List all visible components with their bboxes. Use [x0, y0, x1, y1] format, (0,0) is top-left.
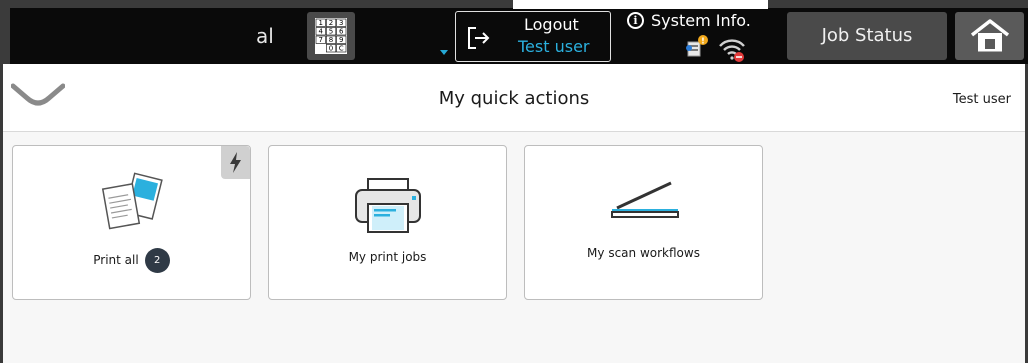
logout-button[interactable]: Logout Test user — [455, 11, 611, 62]
keypad-key: C — [339, 45, 344, 53]
tile-my-print-jobs[interactable]: My print jobs — [268, 145, 507, 300]
keypad-key: 7 — [319, 36, 323, 44]
keypad-key: 3 — [339, 19, 343, 27]
system-info-label: System Info. — [651, 11, 751, 30]
tile-my-scan-workflows[interactable]: My scan workflows — [524, 145, 763, 300]
quick-print-badge[interactable] — [221, 146, 250, 179]
quick-actions-panel: My quick actions Test user Print all 2 M… — [3, 64, 1025, 363]
keypad-key: 9 — [339, 36, 343, 44]
status-icons[interactable]: ! — [686, 34, 748, 66]
job-count-badge: 2 — [144, 248, 170, 273]
device-status-icons: ! — [686, 35, 745, 62]
logout-user-name: Test user — [518, 37, 590, 56]
keypad-key: 2 — [329, 19, 333, 27]
logout-icon — [468, 27, 490, 49]
keypad-key: 4 — [319, 28, 324, 36]
job-status-button[interactable]: Job Status — [787, 12, 947, 60]
keypad-key: 0 — [329, 45, 333, 53]
keypad-key: 8 — [329, 36, 333, 44]
header-user-name: Test user — [952, 92, 1011, 107]
tile-my-print-jobs-label: My print jobs — [348, 250, 427, 264]
keypad-key: 6 — [339, 28, 344, 36]
search-input-text[interactable]: al — [256, 24, 274, 48]
panel-header: My quick actions Test user — [3, 64, 1025, 132]
lightning-icon — [230, 152, 241, 173]
tile-label-print-all: Print all 2 — [13, 248, 250, 273]
keypad-icon: 1 2 3 4 5 6 7 8 9 0 C — [315, 18, 347, 54]
info-icon: i — [627, 12, 644, 29]
keypad-key: 1 — [319, 19, 323, 27]
keypad-button[interactable]: 1 2 3 4 5 6 7 8 9 0 C — [307, 12, 355, 60]
tile-my-scan-workflows-label: My scan workflows — [587, 246, 700, 260]
device-warning-icon: ! — [686, 35, 708, 57]
wifi-disconnected-icon — [719, 39, 745, 62]
svg-text:!: ! — [701, 37, 705, 46]
home-button[interactable] — [955, 12, 1024, 60]
page-title: My quick actions — [438, 88, 590, 109]
top-bar: al 1 2 3 4 5 6 7 8 9 0 C Logout Test use… — [0, 0, 1028, 64]
logout-label: Logout — [524, 15, 579, 34]
printer-icon — [355, 178, 421, 233]
top-notch — [513, 0, 768, 9]
home-icon — [970, 19, 1010, 52]
keypad-key: 5 — [329, 28, 333, 36]
tile-print-all[interactable]: Print all 2 — [12, 145, 251, 300]
dropdown-caret-icon[interactable] — [440, 50, 448, 55]
scanner-icon — [611, 181, 679, 218]
tile-print-all-label: Print all — [93, 253, 139, 267]
documents-icon — [101, 172, 163, 230]
